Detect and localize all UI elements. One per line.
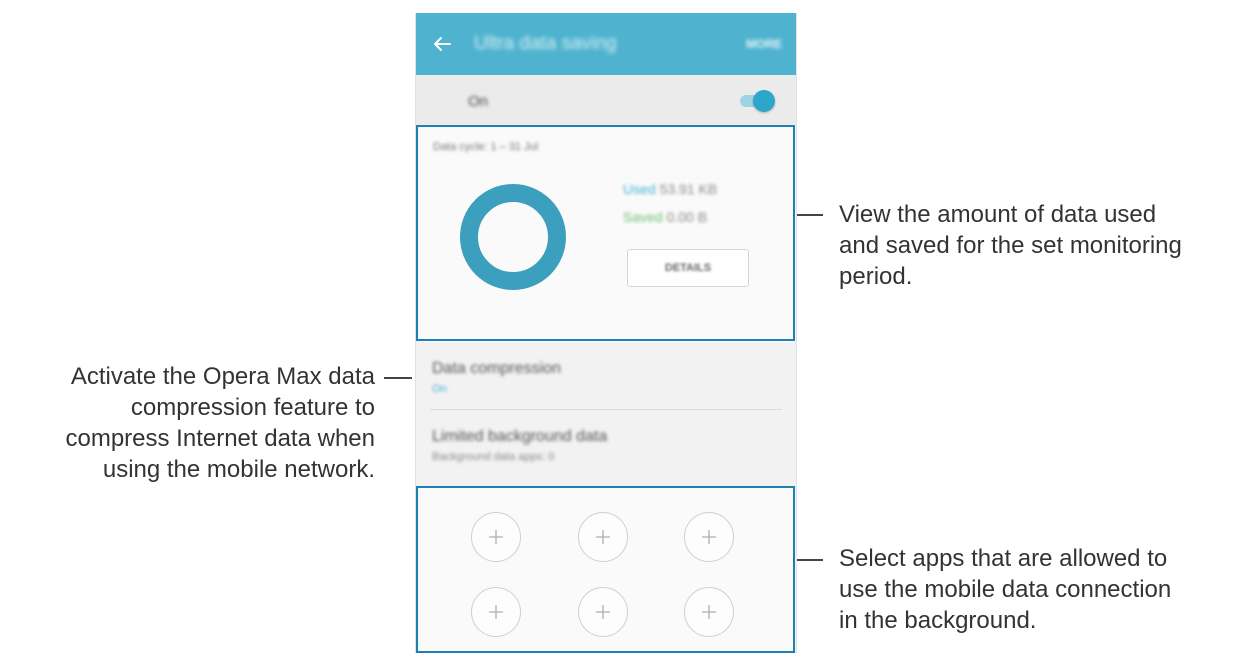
used-label: Used	[623, 181, 656, 197]
usage-donut-chart	[460, 184, 566, 290]
limited-background-data-summary: Background data apps: 0	[432, 451, 555, 463]
saved-value: 0.00 B	[666, 209, 708, 225]
callout-line-text: in the background.	[839, 607, 1037, 634]
add-app-button[interactable]	[578, 512, 628, 562]
plus-icon	[702, 530, 716, 544]
row-divider	[430, 409, 782, 410]
toggle-knob	[753, 90, 775, 112]
master-toggle-switch[interactable]	[736, 90, 776, 112]
data-compression-row[interactable]: Data compression On	[416, 343, 796, 409]
details-button[interactable]: DETAILS	[627, 249, 749, 287]
more-button[interactable]: MORE	[746, 37, 782, 51]
apps-callout-text: Select apps that are allowed to use the …	[839, 543, 1171, 636]
used-amount: Used 53.91 KB	[623, 181, 717, 197]
plus-icon	[702, 605, 716, 619]
add-app-button[interactable]	[578, 587, 628, 637]
data-compression-title: Data compression	[432, 360, 561, 377]
apps-callout-line	[797, 559, 823, 561]
plus-icon	[596, 605, 610, 619]
callout-line-text: Activate the Opera Max data	[70, 363, 375, 390]
background-apps-grid	[419, 487, 793, 653]
callout-line-text: and saved for the set monitoring	[839, 232, 1182, 259]
plus-icon	[489, 530, 503, 544]
saved-label: Saved	[623, 209, 663, 225]
limited-background-data-row[interactable]: Limited background data Background data …	[416, 411, 796, 477]
used-value: 53.91 KB	[659, 181, 718, 197]
callout-line-text: View the amount of data used	[839, 201, 1157, 228]
saved-amount: Saved 0.00 B	[623, 209, 707, 225]
add-app-button[interactable]	[684, 587, 734, 637]
add-app-button[interactable]	[471, 512, 521, 562]
usage-card: Data cycle: 1 – 31 Jul Used 53.91 KB Sav…	[419, 127, 793, 342]
compression-callout-text: Activate the Opera Max data compression …	[0, 361, 375, 485]
compression-callout-line	[384, 377, 412, 379]
details-button-label: DETAILS	[664, 262, 712, 274]
callout-line-text: compression feature to	[130, 394, 375, 421]
plus-icon	[489, 605, 503, 619]
usage-callout-text: View the amount of data used and saved f…	[839, 199, 1182, 292]
usage-callout-line	[797, 214, 823, 216]
phone-screen: Ultra data saving MORE On Data cycle: 1 …	[415, 13, 797, 653]
master-switch-row[interactable]: On	[416, 75, 796, 127]
plus-icon	[596, 530, 610, 544]
app-bar: Ultra data saving MORE	[416, 13, 796, 75]
callout-line-text: Select apps that are allowed to	[839, 545, 1168, 572]
data-compression-status: On	[432, 383, 447, 395]
app-bar-title: Ultra data saving	[474, 33, 617, 54]
callout-line-text: use the mobile data connection	[839, 576, 1172, 603]
master-switch-label: On	[468, 93, 489, 110]
add-app-button[interactable]	[684, 512, 734, 562]
callout-line-text: period.	[839, 263, 913, 290]
callout-line-text: using the mobile network.	[102, 456, 375, 483]
arrow-left-icon[interactable]	[430, 32, 454, 56]
callout-line-text: compress Internet data when	[65, 425, 375, 452]
data-cycle-text: Data cycle: 1 – 31 Jul	[433, 141, 539, 153]
limited-background-data-title: Limited background data	[432, 428, 608, 445]
add-app-button[interactable]	[471, 587, 521, 637]
